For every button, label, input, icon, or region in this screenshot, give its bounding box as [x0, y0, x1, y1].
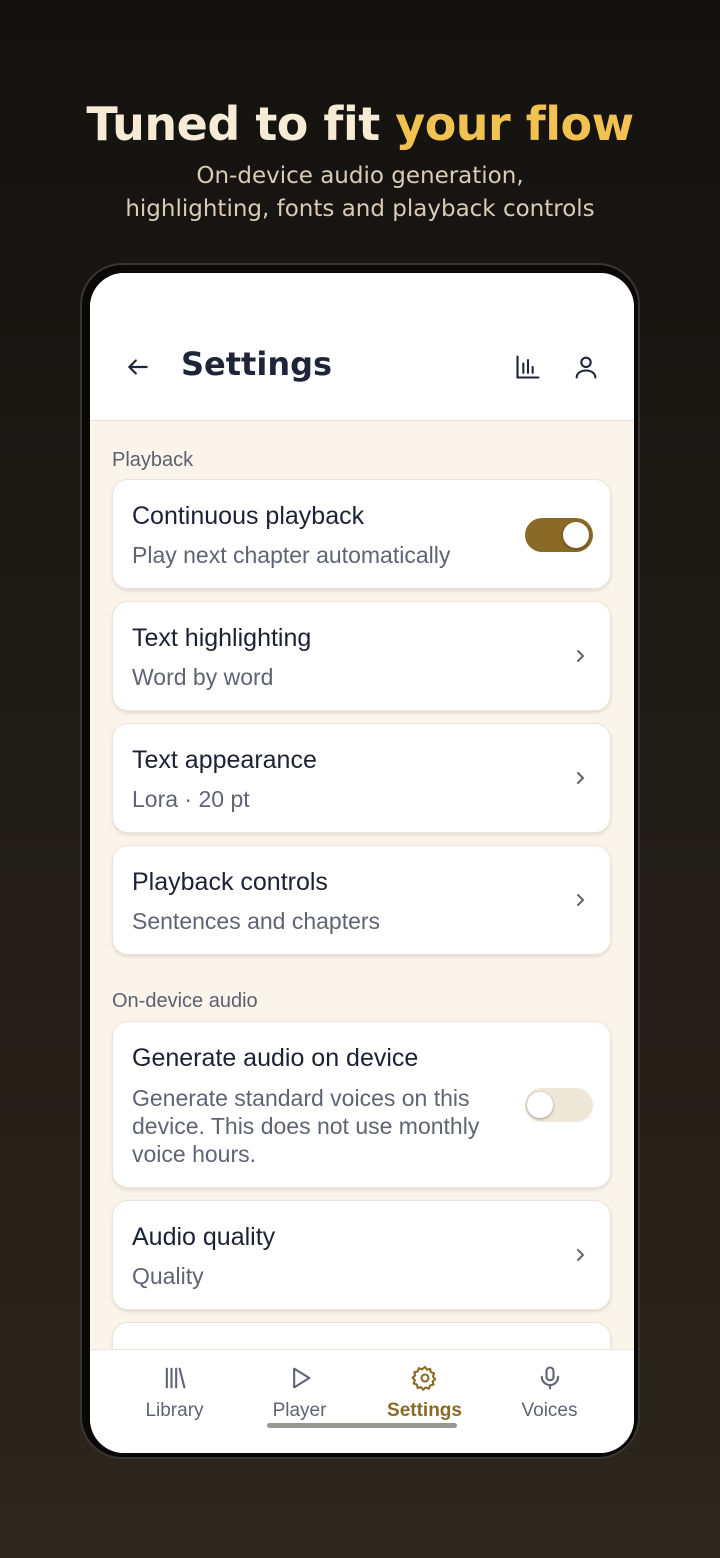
chevron-right-icon	[577, 650, 584, 662]
continuous-playback-title: Continuous playback	[132, 502, 365, 530]
audio-quality-title: Audio quality	[132, 1223, 276, 1251]
nav-library-label: Library	[145, 1400, 204, 1421]
audio-quality-row[interactable]: Audio quality Quality	[112, 1200, 611, 1310]
generate-audio-description: Generate standard voices on this device.…	[132, 1085, 480, 1167]
playback-controls-subtitle: Sentences and chapters	[132, 908, 381, 934]
text-appearance-row[interactable]: Text appearance Lora · 20 pt	[112, 723, 611, 833]
headline-highlight: your flow	[395, 97, 634, 151]
section-label-playback: Playback	[112, 449, 194, 471]
arrow-left-icon	[128, 359, 148, 375]
headline-text: Tuned to fit	[86, 97, 396, 151]
person-icon	[575, 356, 597, 379]
app-screen: Settings Playback Continuous playback Pl…	[90, 273, 634, 1453]
text-highlighting-row[interactable]: Text highlighting Word by word	[112, 601, 611, 711]
text-highlighting-subtitle: Word by word	[132, 664, 274, 690]
audio-quality-subtitle: Quality	[132, 1263, 204, 1289]
nav-library[interactable]: Library	[112, 1350, 237, 1430]
continuous-playback-row[interactable]: Continuous playback Play next chapter au…	[112, 479, 611, 589]
generate-audio-toggle[interactable]	[525, 1088, 593, 1122]
microphone-icon	[540, 1366, 559, 1390]
gear-icon	[411, 1365, 436, 1391]
chevron-right-icon	[577, 772, 584, 784]
phone-frame: Settings Playback Continuous playback Pl…	[80, 263, 640, 1459]
continuous-playback-subtitle: Play next chapter automatically	[132, 542, 451, 568]
toggle-knob	[563, 522, 589, 548]
nav-settings-label: Settings	[387, 1400, 462, 1421]
generate-audio-title: Generate audio on device	[132, 1044, 419, 1072]
playback-controls-row[interactable]: Playback controls Sentences and chapters	[112, 845, 611, 955]
generate-audio-row[interactable]: Generate audio on device Generate standa…	[112, 1021, 611, 1188]
promo-subline: On-device audio generation, highlighting…	[0, 160, 720, 226]
nav-player[interactable]: Player	[237, 1350, 362, 1430]
promo-header: Tuned to fit your flow On-device audio g…	[0, 96, 720, 226]
subline-line-2: highlighting, fonts and playback control…	[125, 196, 595, 222]
text-appearance-subtitle: Lora · 20 pt	[132, 786, 250, 812]
stats-button[interactable]	[510, 349, 546, 385]
nav-voices-label: Voices	[521, 1400, 578, 1421]
top-app-bar: Settings	[90, 273, 634, 421]
back-button[interactable]	[120, 349, 156, 385]
text-appearance-title: Text appearance	[132, 746, 317, 774]
play-icon	[292, 1367, 310, 1389]
profile-button[interactable]	[568, 349, 604, 385]
nav-player-label: Player	[272, 1400, 327, 1421]
page-title: Settings	[181, 345, 333, 383]
section-label-on-device-audio: On-device audio	[112, 990, 258, 1012]
toggle-knob	[527, 1092, 553, 1118]
text-highlighting-title: Text highlighting	[132, 624, 312, 652]
chevron-right-icon	[577, 894, 584, 906]
subline-line-1: On-device audio generation,	[196, 163, 524, 189]
nav-settings[interactable]: Settings	[362, 1350, 487, 1430]
nav-voices[interactable]: Voices	[487, 1350, 612, 1430]
promo-headline: Tuned to fit your flow	[0, 96, 720, 152]
bar-chart-icon	[516, 355, 540, 379]
continuous-playback-toggle[interactable]	[525, 518, 593, 552]
library-icon	[165, 1367, 185, 1389]
bottom-navigation: Library Player Settings Voices	[90, 1349, 634, 1453]
playback-controls-title: Playback controls	[132, 868, 328, 896]
home-indicator[interactable]	[267, 1423, 457, 1428]
chevron-right-icon	[577, 1249, 584, 1261]
